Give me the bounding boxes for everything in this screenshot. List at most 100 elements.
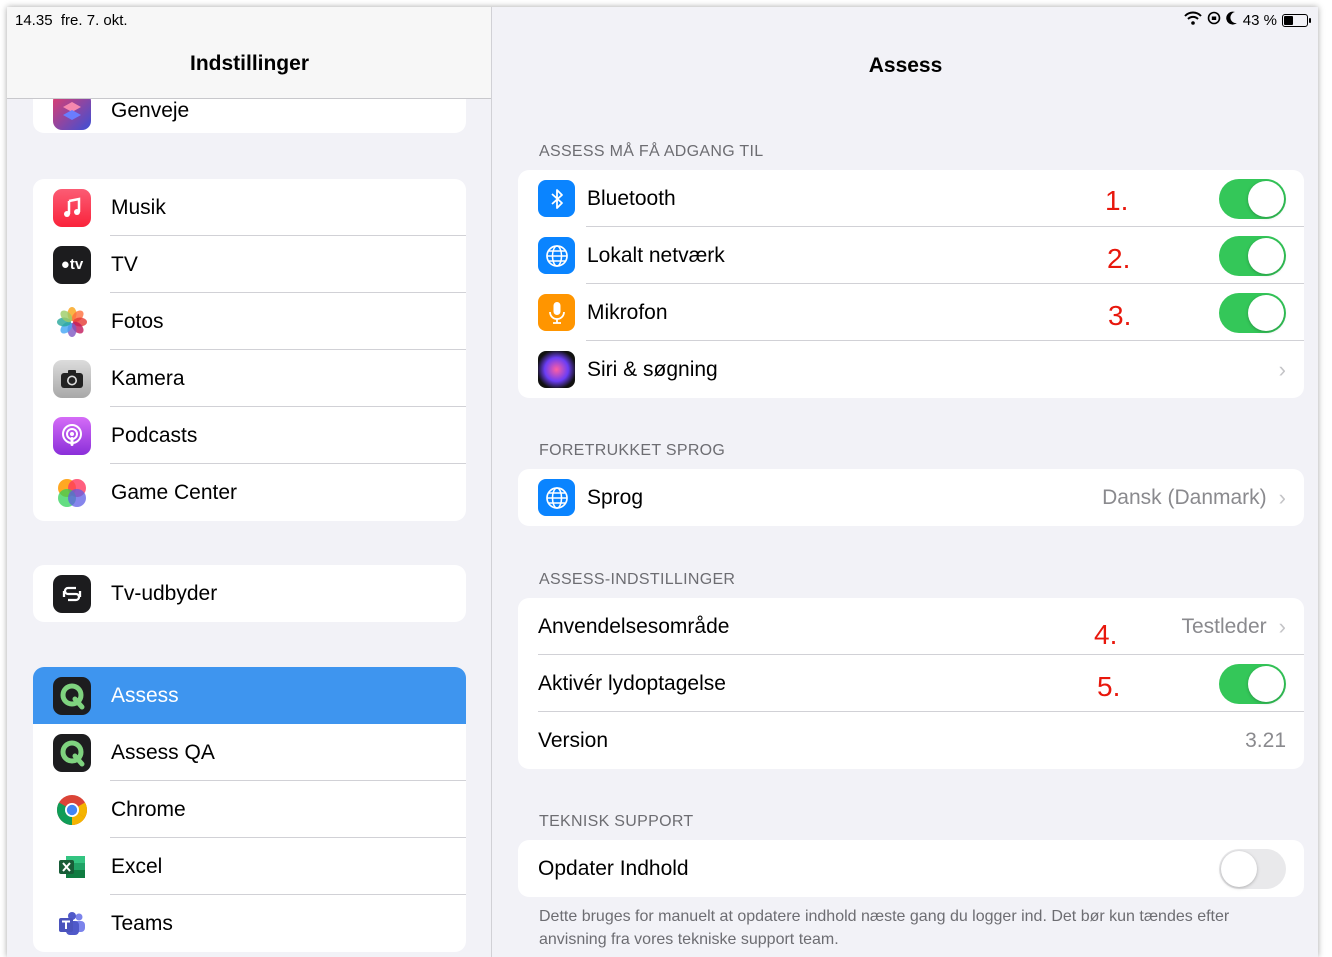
annotation-2: 2.	[1107, 243, 1131, 274]
language-value: Dansk (Danmark)	[1102, 485, 1267, 509]
row-microphone: Mikrofon	[518, 284, 1304, 341]
podcasts-icon	[53, 416, 91, 455]
sidebar-item-kamera[interactable]: Kamera	[33, 350, 466, 407]
annotation-1: 1.	[1105, 185, 1129, 216]
sidebar-group-media: Musik ●tv TV Fotos Kamera Podcasts Game …	[33, 179, 466, 521]
sidebar-header: 14.35 fre. 7. okt. Indstillinger	[7, 7, 491, 99]
bluetooth-icon	[538, 180, 575, 217]
bluetooth-toggle[interactable]	[1219, 178, 1286, 219]
section-header-language: FORETRUKKET SPROG	[539, 442, 726, 459]
sidebar-item-podcasts[interactable]: Podcasts	[33, 407, 466, 464]
game-center-icon	[53, 473, 91, 512]
support-group: Opdater Indhold	[518, 840, 1304, 897]
row-label: Version	[538, 728, 609, 752]
settings-group: Anvendelsesområde Testleder › Aktivér ly…	[518, 598, 1304, 769]
photos-icon	[53, 302, 91, 341]
row-version: Version 3.21	[518, 712, 1304, 769]
sidebar-item-fotos[interactable]: Fotos	[33, 293, 466, 350]
chevron-right-icon: ›	[1278, 356, 1286, 382]
date: fre. 7. okt.	[60, 12, 128, 29]
sidebar-item-label: Podcasts	[111, 423, 198, 447]
sidebar-item-label: Kamera	[111, 366, 185, 390]
status-time: 14.35 fre. 7. okt.	[15, 12, 128, 29]
row-audio-recording: Aktivér lydoptagelse	[518, 655, 1304, 712]
annotation-3: 3.	[1108, 300, 1132, 331]
clock: 14.35	[15, 12, 53, 29]
row-label: Lokalt netværk	[587, 243, 725, 267]
sidebar-item-musik[interactable]: Musik	[33, 179, 466, 236]
music-icon	[53, 188, 91, 227]
audio-recording-toggle[interactable]	[1219, 663, 1286, 704]
status-indicators: 43 %	[1184, 11, 1311, 29]
sidebar-item-label: Excel	[111, 854, 163, 878]
section-header-settings: ASSESS-INDSTILLINGER	[539, 571, 736, 588]
siri-icon	[538, 351, 575, 388]
microphone-toggle[interactable]	[1219, 292, 1286, 333]
section-header-access: ASSESS MÅ FÅ ADGANG TIL	[539, 143, 764, 160]
sidebar-item-tv[interactable]: ●tv TV	[33, 236, 466, 293]
chevron-right-icon: ›	[1278, 484, 1286, 510]
battery-icon	[1282, 13, 1311, 27]
camera-icon	[53, 359, 91, 398]
sidebar-item-label: Teams	[111, 911, 173, 935]
row-siri-search[interactable]: Siri & søgning ›	[518, 341, 1304, 398]
sidebar-item-tv-udbyder[interactable]: Tv-udbyder	[33, 565, 466, 622]
update-content-toggle[interactable]	[1219, 848, 1286, 889]
row-label: Bluetooth	[587, 186, 676, 210]
assess-qa-icon	[53, 733, 91, 772]
chevron-right-icon: ›	[1278, 613, 1286, 639]
local-network-toggle[interactable]	[1219, 235, 1286, 276]
row-language[interactable]: Sprog Dansk (Danmark) ›	[518, 469, 1304, 526]
row-label: Opdater Indhold	[538, 856, 689, 880]
sidebar-item-label: Assess	[111, 683, 179, 707]
sidebar-group-provider: Tv-udbyder	[33, 565, 466, 622]
language-icon	[538, 479, 575, 516]
row-label: Siri & søgning	[587, 357, 718, 381]
sidebar-item-chrome[interactable]: Chrome	[33, 781, 466, 838]
local-network-icon	[538, 237, 575, 274]
detail-pane: 43 % Assess ASSESS MÅ FÅ ADGANG TIL Blue…	[493, 7, 1318, 957]
row-local-network: Lokalt netværk	[518, 227, 1304, 284]
wifi-icon	[1184, 11, 1202, 29]
excel-icon	[53, 847, 91, 886]
access-group: Bluetooth Lokalt netværk Mikrofon Siri &…	[518, 170, 1304, 398]
row-label: Sprog	[587, 485, 644, 509]
usage-area-value: Testleder	[1181, 614, 1267, 638]
version-value: 3.21	[1245, 728, 1286, 752]
sidebar-item-assess-qa[interactable]: Assess QA	[33, 724, 466, 781]
annotation-4: 4.	[1094, 619, 1118, 650]
sidebar-item-label: TV	[111, 252, 138, 276]
row-bluetooth: Bluetooth	[518, 170, 1304, 227]
sidebar-item-teams[interactable]: Teams	[33, 895, 466, 952]
row-label: Anvendelsesområde	[538, 614, 730, 638]
sidebar-item-assess[interactable]: Assess	[33, 667, 466, 724]
row-label: Aktivér lydoptagelse	[538, 671, 726, 695]
annotation-5: 5.	[1097, 671, 1121, 702]
battery-percent: 43 %	[1242, 11, 1277, 29]
settings-sidebar: 14.35 fre. 7. okt. Indstillinger Genveje…	[7, 7, 492, 957]
row-usage-area[interactable]: Anvendelsesområde Testleder ›	[518, 598, 1304, 655]
sidebar-item-label: Genveje	[111, 99, 190, 122]
sidebar-item-label: Assess QA	[111, 740, 215, 764]
sidebar-item-excel[interactable]: Excel	[33, 838, 466, 895]
sidebar-item-game-center[interactable]: Game Center	[33, 464, 466, 521]
teams-icon	[53, 904, 91, 943]
sidebar-item-label: Musik	[111, 195, 166, 219]
language-group: Sprog Dansk (Danmark) ›	[518, 469, 1304, 526]
ipad-screen: 14.35 fre. 7. okt. Indstillinger Genveje…	[7, 7, 1318, 957]
row-update-content: Opdater Indhold	[518, 840, 1304, 897]
row-label: Mikrofon	[587, 300, 668, 324]
chrome-icon	[53, 790, 91, 829]
assess-icon	[53, 676, 91, 715]
sidebar-item-label: Fotos	[111, 309, 164, 333]
sidebar-group-apps: Assess Assess QA Chrome Excel Teams	[33, 667, 466, 952]
tv-provider-icon	[53, 574, 91, 613]
microphone-icon	[538, 294, 575, 331]
sidebar-item-label: Game Center	[111, 480, 238, 504]
moon-icon	[1226, 11, 1238, 29]
orientation-lock-icon	[1207, 11, 1221, 29]
sidebar-item-label: Chrome	[111, 797, 186, 821]
section-header-support: TEKNISK SUPPORT	[539, 813, 694, 830]
sidebar-title: Indstillinger	[189, 52, 309, 75]
tv-icon: ●tv	[53, 245, 91, 284]
